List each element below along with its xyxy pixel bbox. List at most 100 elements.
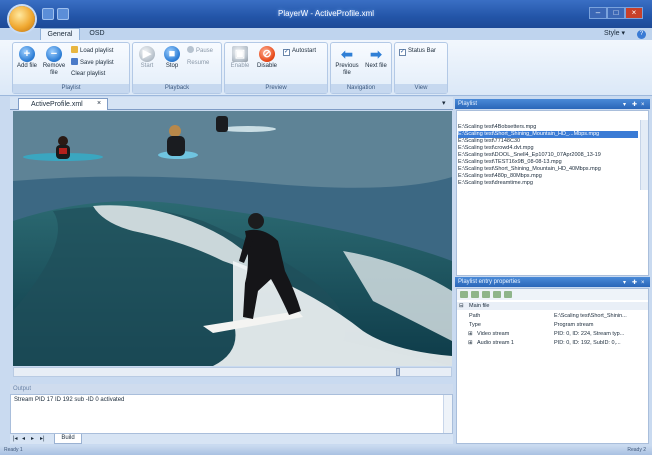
- next-tab-icon[interactable]: ▸: [31, 435, 34, 444]
- collapse-icon: ⊟: [459, 303, 464, 309]
- pause-icon: [187, 46, 194, 53]
- group-label-playback: Playback: [133, 84, 221, 93]
- stop-label: Stop: [165, 63, 179, 69]
- quick-access-toolbar: [42, 8, 72, 20]
- playlist-item[interactable]: E:\Scaling test\crowd4.dvt.mpg: [458, 145, 638, 152]
- categorized-icon[interactable]: [460, 291, 468, 298]
- props-close-icon[interactable]: ×: [641, 278, 645, 288]
- property-row[interactable]: Path E:\Scaling test\Short_Shinin...: [457, 312, 648, 320]
- ribbon-group-navigation: ⬅ Previous file ➡ Next file Navigation: [330, 42, 392, 94]
- properties-panel-header: Playlist entry properties ▾ ✚ ×: [455, 277, 650, 287]
- playlist-item[interactable]: E:\Scaling test\dreamtime.mpg: [458, 180, 638, 187]
- stop-button[interactable]: ■ Stop: [161, 46, 183, 70]
- help-icon[interactable]: ?: [637, 30, 646, 39]
- folder-icon: [71, 46, 78, 53]
- alphabetical-icon[interactable]: [471, 291, 479, 298]
- expand-icon[interactable]: ⊞: [468, 330, 473, 338]
- refresh-icon[interactable]: [504, 291, 512, 298]
- autostart-check-icon: ✓: [283, 49, 290, 56]
- disable-label: Disable: [256, 63, 277, 69]
- add-file-button[interactable]: + Add file: [17, 46, 37, 70]
- remove-icon: −: [46, 46, 62, 62]
- next-arrow-icon: ➡: [370, 46, 382, 62]
- remove-file-button[interactable]: − Remove file: [42, 46, 66, 77]
- minimize-button[interactable]: –: [589, 7, 607, 19]
- status-bar-checkbox[interactable]: ✓ Status Bar: [399, 47, 436, 56]
- playlist-item[interactable]: E:\Scaling test\480p_80Mbps.mpg: [458, 173, 638, 180]
- save-icon: [71, 58, 78, 65]
- first-tab-icon[interactable]: |◂: [13, 435, 18, 444]
- add-file-label: Add file: [17, 63, 38, 69]
- next-file-button[interactable]: ➡ Next file: [363, 46, 389, 70]
- disable-icon: ⊘: [259, 46, 275, 62]
- ribbon-group-playback: ▶ Start ■ Stop Pause Resume Playback: [132, 42, 222, 94]
- load-playlist-label: Load playlist: [80, 48, 114, 54]
- save-playlist-button[interactable]: Save playlist: [71, 58, 114, 67]
- tab-list-dropdown-icon[interactable]: ▾: [442, 99, 450, 109]
- property-row[interactable]: ⊞ Video stream PID: 0, ID: 224, Stream typ…: [457, 330, 648, 338]
- panel-close-icon[interactable]: ×: [641, 100, 645, 110]
- video-preview[interactable]: [13, 111, 452, 366]
- video-frame-image: [13, 111, 452, 366]
- property-pages-icon[interactable]: [482, 291, 490, 298]
- expand-icon[interactable]: ⊞: [468, 339, 473, 347]
- enable-button[interactable]: ▣ Enable: [228, 46, 252, 70]
- playlist-item[interactable]: E:\Scaling test\Short_Shining_Mountain_H…: [458, 131, 638, 138]
- output-scrollbar[interactable]: [443, 395, 452, 433]
- maximize-button[interactable]: □: [607, 7, 625, 19]
- playlist-item[interactable]: E:\Scaling test\4Bobsetters.mpg: [458, 124, 638, 131]
- tab-osd[interactable]: OSD: [82, 28, 112, 40]
- close-tab-icon[interactable]: ×: [94, 99, 104, 109]
- property-value: PID: 0, ID: 192, SubID: 0,...: [554, 340, 621, 346]
- enable-icon: ▣: [232, 46, 248, 62]
- seek-thumb[interactable]: [396, 368, 400, 376]
- props-pin-icon[interactable]: ✚: [632, 278, 637, 288]
- last-tab-icon[interactable]: ▸|: [40, 435, 45, 444]
- status-bar-check-icon: ✓: [399, 49, 406, 56]
- playlist-item[interactable]: E:\Scaling test\77148C30: [458, 138, 638, 145]
- playlist-item[interactable]: E:\Scaling test\TEST16x9B_08-08-13.mpg: [458, 159, 638, 166]
- category-label: Main file: [469, 303, 490, 309]
- output-title: Output: [13, 386, 32, 392]
- load-playlist-button[interactable]: Load playlist: [71, 46, 113, 55]
- property-key: Audio stream 1: [477, 340, 514, 346]
- tab-general[interactable]: General: [40, 28, 80, 40]
- resume-label: Resume: [187, 60, 210, 66]
- events-icon[interactable]: [493, 291, 501, 298]
- property-category[interactable]: ⊟ Main file: [457, 302, 648, 310]
- prev-tab-icon[interactable]: ◂: [22, 435, 25, 444]
- seek-bar[interactable]: [13, 367, 452, 377]
- group-label-preview: Preview: [225, 84, 327, 93]
- start-button[interactable]: ▶ Start: [136, 46, 158, 70]
- ribbon-group-playlist: + Add file − Remove file Load playlist S…: [12, 42, 130, 94]
- ribbon-group-preview: ▣ Enable ⊘ Disable ✓ Autostart Preview: [224, 42, 328, 94]
- props-dropdown-icon[interactable]: ▾: [623, 278, 626, 288]
- playlist-item[interactable]: E:\Scaling test\Short_Shining_Mountain_H…: [458, 166, 638, 173]
- playlist-panel-header: Playlist ▾ ✚ ×: [455, 99, 650, 109]
- playlist-scrollbar[interactable]: [640, 120, 648, 190]
- property-value: PID: 0, ID: 224, Stream typ...: [554, 331, 625, 337]
- app-orb-icon[interactable]: [9, 6, 35, 32]
- property-row[interactable]: Type Program stream: [457, 321, 648, 329]
- tab-build[interactable]: Build: [54, 434, 82, 444]
- close-window-button[interactable]: ×: [625, 7, 643, 19]
- disable-button[interactable]: ⊘ Disable: [254, 46, 280, 70]
- panel-dropdown-icon[interactable]: ▾: [623, 100, 626, 110]
- style-menu[interactable]: Style ▾: [604, 28, 634, 40]
- pause-button[interactable]: Pause: [187, 46, 213, 55]
- qat-undo-icon[interactable]: [57, 8, 69, 20]
- qat-save-icon[interactable]: [42, 8, 54, 20]
- status-bar-label: Status Bar: [408, 48, 437, 54]
- panel-pin-icon[interactable]: ✚: [632, 100, 637, 110]
- document-tab-label: ActiveProfile.xml: [31, 101, 83, 108]
- clear-playlist-button[interactable]: Clear playlist: [71, 70, 105, 78]
- previous-file-button[interactable]: ⬅ Previous file: [333, 46, 361, 77]
- style-label: Style: [604, 30, 620, 37]
- resume-button[interactable]: Resume: [187, 59, 209, 67]
- playlist-item[interactable]: E:\Scaling test\DOOL_Snell4_Ep10710_07Ap…: [458, 152, 638, 159]
- autostart-checkbox[interactable]: ✓ Autostart: [283, 47, 316, 56]
- property-row[interactable]: ⊞ Audio stream 1 PID: 0, ID: 192, SubID: 0…: [457, 339, 648, 347]
- previous-arrow-icon: ⬅: [341, 46, 353, 62]
- status-bar: Ready 1 Ready 2: [0, 446, 652, 455]
- group-label-playlist: Playlist: [13, 84, 129, 93]
